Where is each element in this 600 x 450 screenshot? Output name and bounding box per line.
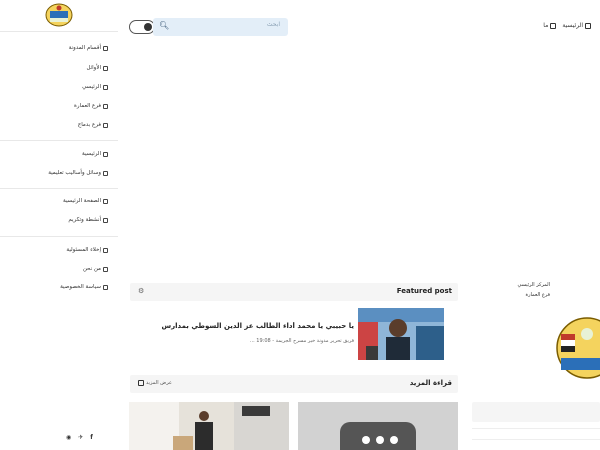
award-icon	[103, 65, 108, 71]
right-widget-list	[472, 428, 600, 450]
divider	[0, 31, 118, 32]
sidebar-item-branch-amara[interactable]: فرع العمارة	[74, 103, 108, 109]
read-more-header: عرض المزيد قراءة المزيد	[130, 375, 458, 393]
divider	[0, 140, 118, 141]
right-link-main[interactable]: المركز الرئيسي	[470, 282, 551, 288]
school-logo	[556, 317, 600, 379]
info-icon	[103, 266, 108, 272]
sidebar-item-privacy[interactable]: سياسة الخصوصية	[60, 284, 108, 290]
toggle-knob	[144, 23, 152, 31]
list-divider	[472, 439, 600, 440]
sidebar-item-main[interactable]: الرئيسي	[82, 84, 108, 90]
sidebar-item-label: الرئيسية	[82, 151, 101, 157]
home-icon	[103, 84, 108, 90]
page: ابحث 🔍︎ الرئيسية ما أقسام المدونة الأوائ…	[0, 0, 600, 450]
view-all-link[interactable]: عرض المزيد	[138, 380, 172, 386]
search-icon: 🔍︎	[159, 21, 170, 30]
twitter-icon[interactable]: ✈︎	[78, 434, 83, 441]
sidebar-item-teaching-aids[interactable]: وسائل وأساليب تعليمية	[48, 170, 108, 176]
sidebar-item-label: الرئيسي	[82, 84, 101, 90]
star-icon	[103, 217, 108, 223]
sidebar-item-blog-sections[interactable]: أقسام المدونة	[69, 45, 108, 51]
sidebar-item-label: وسائل وأساليب تعليمية	[48, 170, 101, 176]
sidebar-item-label: سياسة الخصوصية	[60, 284, 101, 290]
sidebar-item-disclaimer[interactable]: إخلاء المسئولية	[66, 247, 108, 253]
sidebar-item-label: من نحن	[82, 266, 101, 272]
home-icon	[103, 151, 108, 157]
sidebar-item-label: فرع العمارة	[74, 103, 101, 109]
search-placeholder: ابحث	[266, 21, 280, 28]
list-icon	[138, 380, 144, 386]
featured-title[interactable]: يا حبيبي يا محمد أداء الطالب عز الدين ال…	[160, 322, 354, 330]
grid-icon	[103, 45, 108, 51]
right-widget-header	[472, 402, 600, 422]
list-divider	[472, 428, 600, 429]
sidebar: أقسام المدونة الأوائل الرئيسي فرع العمار…	[0, 0, 118, 450]
building-icon	[103, 122, 108, 128]
search-box[interactable]: ابحث 🔍︎	[153, 18, 288, 36]
top-link-home[interactable]: الرئيسية	[562, 22, 591, 29]
page-icon	[103, 198, 108, 204]
sidebar-item-about[interactable]: من نحن	[83, 266, 108, 272]
lock-icon	[103, 284, 108, 290]
post-thumbnail[interactable]	[129, 402, 289, 450]
sidebar-item-activities[interactable]: أنشطة وتكريم	[68, 217, 108, 223]
book-icon	[103, 170, 108, 176]
post-thumbnail-placeholder[interactable]	[298, 402, 458, 450]
read-more-heading: قراءة المزيد	[409, 379, 452, 387]
right-link-branch[interactable]: فرع العمارة	[470, 292, 551, 298]
sidebar-item-label: إخلاء المسئولية	[66, 247, 101, 253]
divider	[0, 236, 118, 237]
sidebar-item-label: الصفحة الرئيسية	[63, 198, 101, 204]
sidebar-item-branch-badmaj[interactable]: فرع بدماج	[78, 122, 108, 128]
featured-image[interactable]	[358, 308, 444, 360]
featured-heading: Featured post	[396, 287, 452, 295]
divider	[0, 188, 118, 189]
dark-mode-toggle[interactable]	[129, 20, 155, 34]
sidebar-item-label: أقسام المدونة	[68, 45, 101, 51]
building-icon	[103, 103, 108, 109]
sidebar-item-label: فرع بدماج	[77, 122, 101, 128]
facebook-icon[interactable]: f	[90, 434, 93, 441]
sidebar-item-home[interactable]: الرئيسية	[82, 151, 108, 157]
social-links: ◉ ✈︎ f	[66, 434, 93, 441]
dots-icon	[362, 436, 398, 444]
sidebar-item-label: الأوائل	[86, 65, 101, 71]
sidebar-item-top-students[interactable]: الأوائل	[86, 65, 108, 71]
featured-header: ⚙︎ Featured post	[130, 283, 458, 301]
sidebar-item-label: أنشطة وتكريم	[68, 217, 101, 223]
sidebar-item-homepage[interactable]: الصفحة الرئيسية	[63, 198, 108, 204]
featured-meta: فريق تحرير مدونة خير مسرح الجريمة - 19:0…	[249, 338, 354, 344]
settings-icon[interactable]: ⚙︎	[138, 287, 144, 295]
top-link-ma[interactable]: ما	[543, 22, 557, 29]
right-links: المركز الرئيسي فرع العمارة	[470, 282, 551, 302]
top-bar: ابحث 🔍︎ الرئيسية ما	[118, 0, 600, 52]
top-links: الرئيسية ما	[543, 22, 591, 29]
school-logo[interactable]	[44, 2, 74, 28]
share-icon[interactable]: ◉	[66, 434, 71, 441]
home-icon	[585, 22, 591, 29]
shield-icon	[103, 247, 108, 253]
bookmark-icon	[550, 22, 557, 29]
